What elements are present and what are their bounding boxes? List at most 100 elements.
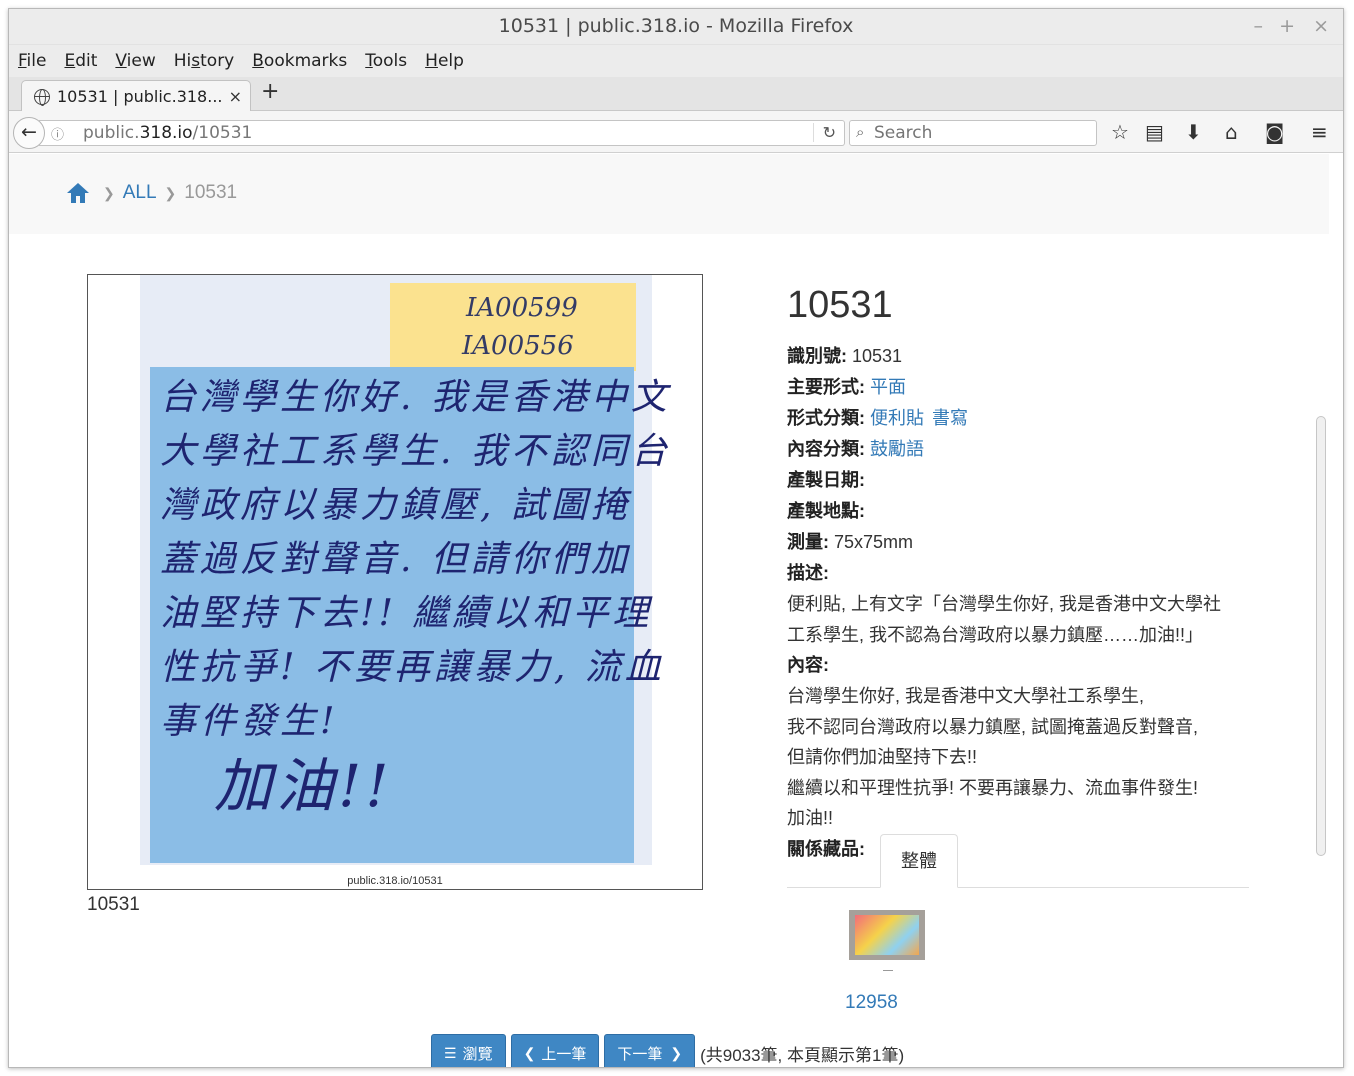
back-button[interactable]: ← xyxy=(13,117,45,149)
date-row: 產製日期: xyxy=(787,465,1257,496)
maximize-button[interactable]: + xyxy=(1279,15,1295,37)
chevron-right-icon: ❯ xyxy=(103,184,115,201)
menu-history-pre: Hi xyxy=(173,51,192,71)
thumbnail-image xyxy=(855,915,919,955)
minimize-button[interactable]: – xyxy=(1254,15,1264,37)
yellow-sticky-note: IA00599 IA00556 xyxy=(390,283,636,371)
list-icon: ☰ xyxy=(444,1044,457,1061)
desc-line-2: 工系學生, 我不認為台灣政府以暴力鎮壓……加油!!」 xyxy=(787,624,1204,645)
bookmark-star-icon[interactable]: ☆ xyxy=(1111,120,1129,144)
related-row: 關係藏品: xyxy=(787,834,865,865)
prev-label: 上一筆 xyxy=(541,1045,587,1063)
url-domain: 318.io xyxy=(139,123,193,143)
title-bar: 10531 | public.318.io - Mozilla Firefox … xyxy=(9,9,1343,45)
form-link[interactable]: 平面 xyxy=(870,377,906,397)
type-link-2[interactable]: 書寫 xyxy=(932,408,968,428)
reload-icon[interactable]: ↻ xyxy=(812,123,836,142)
chevron-right-icon: ❯ xyxy=(670,1044,683,1061)
menu-tools-label: ools xyxy=(372,51,408,71)
next-button[interactable]: 下一筆 ❯ xyxy=(604,1034,696,1067)
home-toolbar-icon[interactable]: ⌂ xyxy=(1225,120,1238,144)
content-cat-link[interactable]: 鼓勵語 xyxy=(870,439,924,459)
menu-bookmarks[interactable]: Bookmarks xyxy=(252,51,347,71)
item-heading: 10531 xyxy=(787,284,893,326)
breadcrumb-all-link[interactable]: ALL xyxy=(123,182,157,204)
content-row: 內容: xyxy=(787,650,1257,681)
chevron-right-icon: ❯ xyxy=(164,184,177,201)
nav-bar: ⓘ public.318.io/10531 ↻ ← ⌕ ☆ ▤ ⬇ ⌂ ◙ ≡ xyxy=(9,111,1343,153)
browse-label: 瀏覽 xyxy=(462,1045,493,1063)
menu-tools[interactable]: Tools xyxy=(365,51,407,71)
measure-label: 測量: xyxy=(787,532,829,552)
type-link-1[interactable]: 便利貼 xyxy=(870,408,924,428)
pager: ☰ 瀏覽 ❮ 上一筆 下一筆 ❯ (共9033筆, 本頁顯示第1筆) xyxy=(431,1034,904,1067)
menu-history-accel: s xyxy=(191,51,201,71)
next-label: 下一筆 xyxy=(617,1045,663,1063)
tab-whole[interactable]: 整體 xyxy=(880,833,958,888)
url-prefix: public. xyxy=(83,123,140,143)
url-path: /10531 xyxy=(192,123,253,143)
breadcrumb-bar: ❯ ALL ❯ 10531 xyxy=(9,154,1329,234)
hand-line-6: 性抗爭! 不要再讓暴力, 流血 xyxy=(160,647,665,688)
photo-watermark: public.318.io/10531 xyxy=(347,875,443,887)
content-line-2: 我不認同台灣政府以暴力鎮壓, 試圖掩蓋過反對聲音, xyxy=(787,716,1199,737)
page-scrollbar[interactable] xyxy=(1316,416,1326,856)
prev-button[interactable]: ❮ 上一筆 xyxy=(510,1034,600,1067)
handwritten-text: 台灣學生你好. 我是香港中文 大學社工系學生. 我不認同台 灣政府以暴力鎮壓, … xyxy=(160,371,671,820)
home-icon[interactable] xyxy=(67,183,89,203)
menu-history[interactable]: History xyxy=(174,51,235,71)
tab-close-icon[interactable]: × xyxy=(229,87,242,106)
hand-line-2: 大學社工系學生. 我不認同台 xyxy=(160,431,671,472)
pocket-icon[interactable]: ◙ xyxy=(1265,120,1284,144)
related-thumbnail[interactable] xyxy=(849,910,925,960)
content-cat-row: 內容分類: 鼓勵語 xyxy=(787,434,1257,465)
site-info-icon[interactable]: ⓘ xyxy=(51,124,64,143)
menu-view[interactable]: View xyxy=(115,51,155,71)
content-cat-label: 內容分類: xyxy=(787,439,865,459)
reading-list-icon[interactable]: ▤ xyxy=(1145,120,1164,144)
hand-line-4: 蓋過反對聲音. 但請你們加 xyxy=(160,539,631,580)
hamburger-menu-icon[interactable]: ≡ xyxy=(1311,120,1328,144)
new-tab-button[interactable]: + xyxy=(261,79,279,104)
menu-file[interactable]: File xyxy=(18,51,46,71)
url-text: public.318.io/10531 xyxy=(83,123,252,143)
window-title: 10531 | public.318.io - Mozilla Firefox xyxy=(498,15,854,37)
menu-help-label: elp xyxy=(437,51,464,71)
close-window-button[interactable]: × xyxy=(1313,15,1329,37)
hand-cheer: 加油!! xyxy=(214,752,393,820)
type-label: 形式分類: xyxy=(787,408,865,428)
page-content: ❯ ALL ❯ 10531 IA00599 IA00556 台灣學生你好. 我是… xyxy=(9,154,1329,1067)
form-label: 主要形式: xyxy=(787,377,865,397)
measure-row: 測量: 75x75mm xyxy=(787,527,1257,558)
menu-view-label: iew xyxy=(126,51,156,71)
photo-caption: 10531 xyxy=(87,894,140,915)
tab-bar: 10531 | public.318... × + xyxy=(9,77,1343,112)
browse-button[interactable]: ☰ 瀏覽 xyxy=(431,1034,506,1067)
menu-help-accel: H xyxy=(425,51,438,71)
tab-divider xyxy=(787,886,1249,888)
search-bar[interactable]: ⌕ xyxy=(849,120,1097,146)
tab-active[interactable]: 10531 | public.318... × xyxy=(21,80,251,112)
back-arrow-icon: ← xyxy=(21,121,37,143)
tab-label: 10531 | public.318... xyxy=(57,87,223,106)
menu-bookmarks-label: ookmarks xyxy=(263,51,348,71)
search-input[interactable] xyxy=(874,122,1084,144)
browser-window: 10531 | public.318.io - Mozilla Firefox … xyxy=(8,8,1344,1068)
download-icon[interactable]: ⬇ xyxy=(1185,120,1202,144)
form-row: 主要形式: 平面 xyxy=(787,372,1257,403)
item-photo[interactable]: IA00599 IA00556 台灣學生你好. 我是香港中文 大學社工系學生. … xyxy=(87,274,703,890)
search-icon: ⌕ xyxy=(856,123,865,141)
menu-help[interactable]: Help xyxy=(425,51,464,71)
hand-line-7: 事件發生! xyxy=(160,701,339,742)
id-label: 識別號: xyxy=(787,346,847,366)
related-item-link[interactable]: 12958 xyxy=(845,992,898,1014)
globe-icon xyxy=(34,88,50,106)
breadcrumb-current: 10531 xyxy=(184,182,238,203)
hand-line-3: 灣政府以暴力鎮壓, 試圖掩 xyxy=(160,485,631,526)
chevron-left-icon: ❮ xyxy=(523,1044,536,1061)
menu-edit[interactable]: Edit xyxy=(64,51,97,71)
url-bar[interactable]: ⓘ public.318.io/10531 ↻ xyxy=(39,120,845,146)
menu-file-label: ile xyxy=(26,51,47,71)
content-label: 內容: xyxy=(787,655,829,675)
breadcrumb: ❯ ALL ❯ 10531 xyxy=(67,182,237,204)
